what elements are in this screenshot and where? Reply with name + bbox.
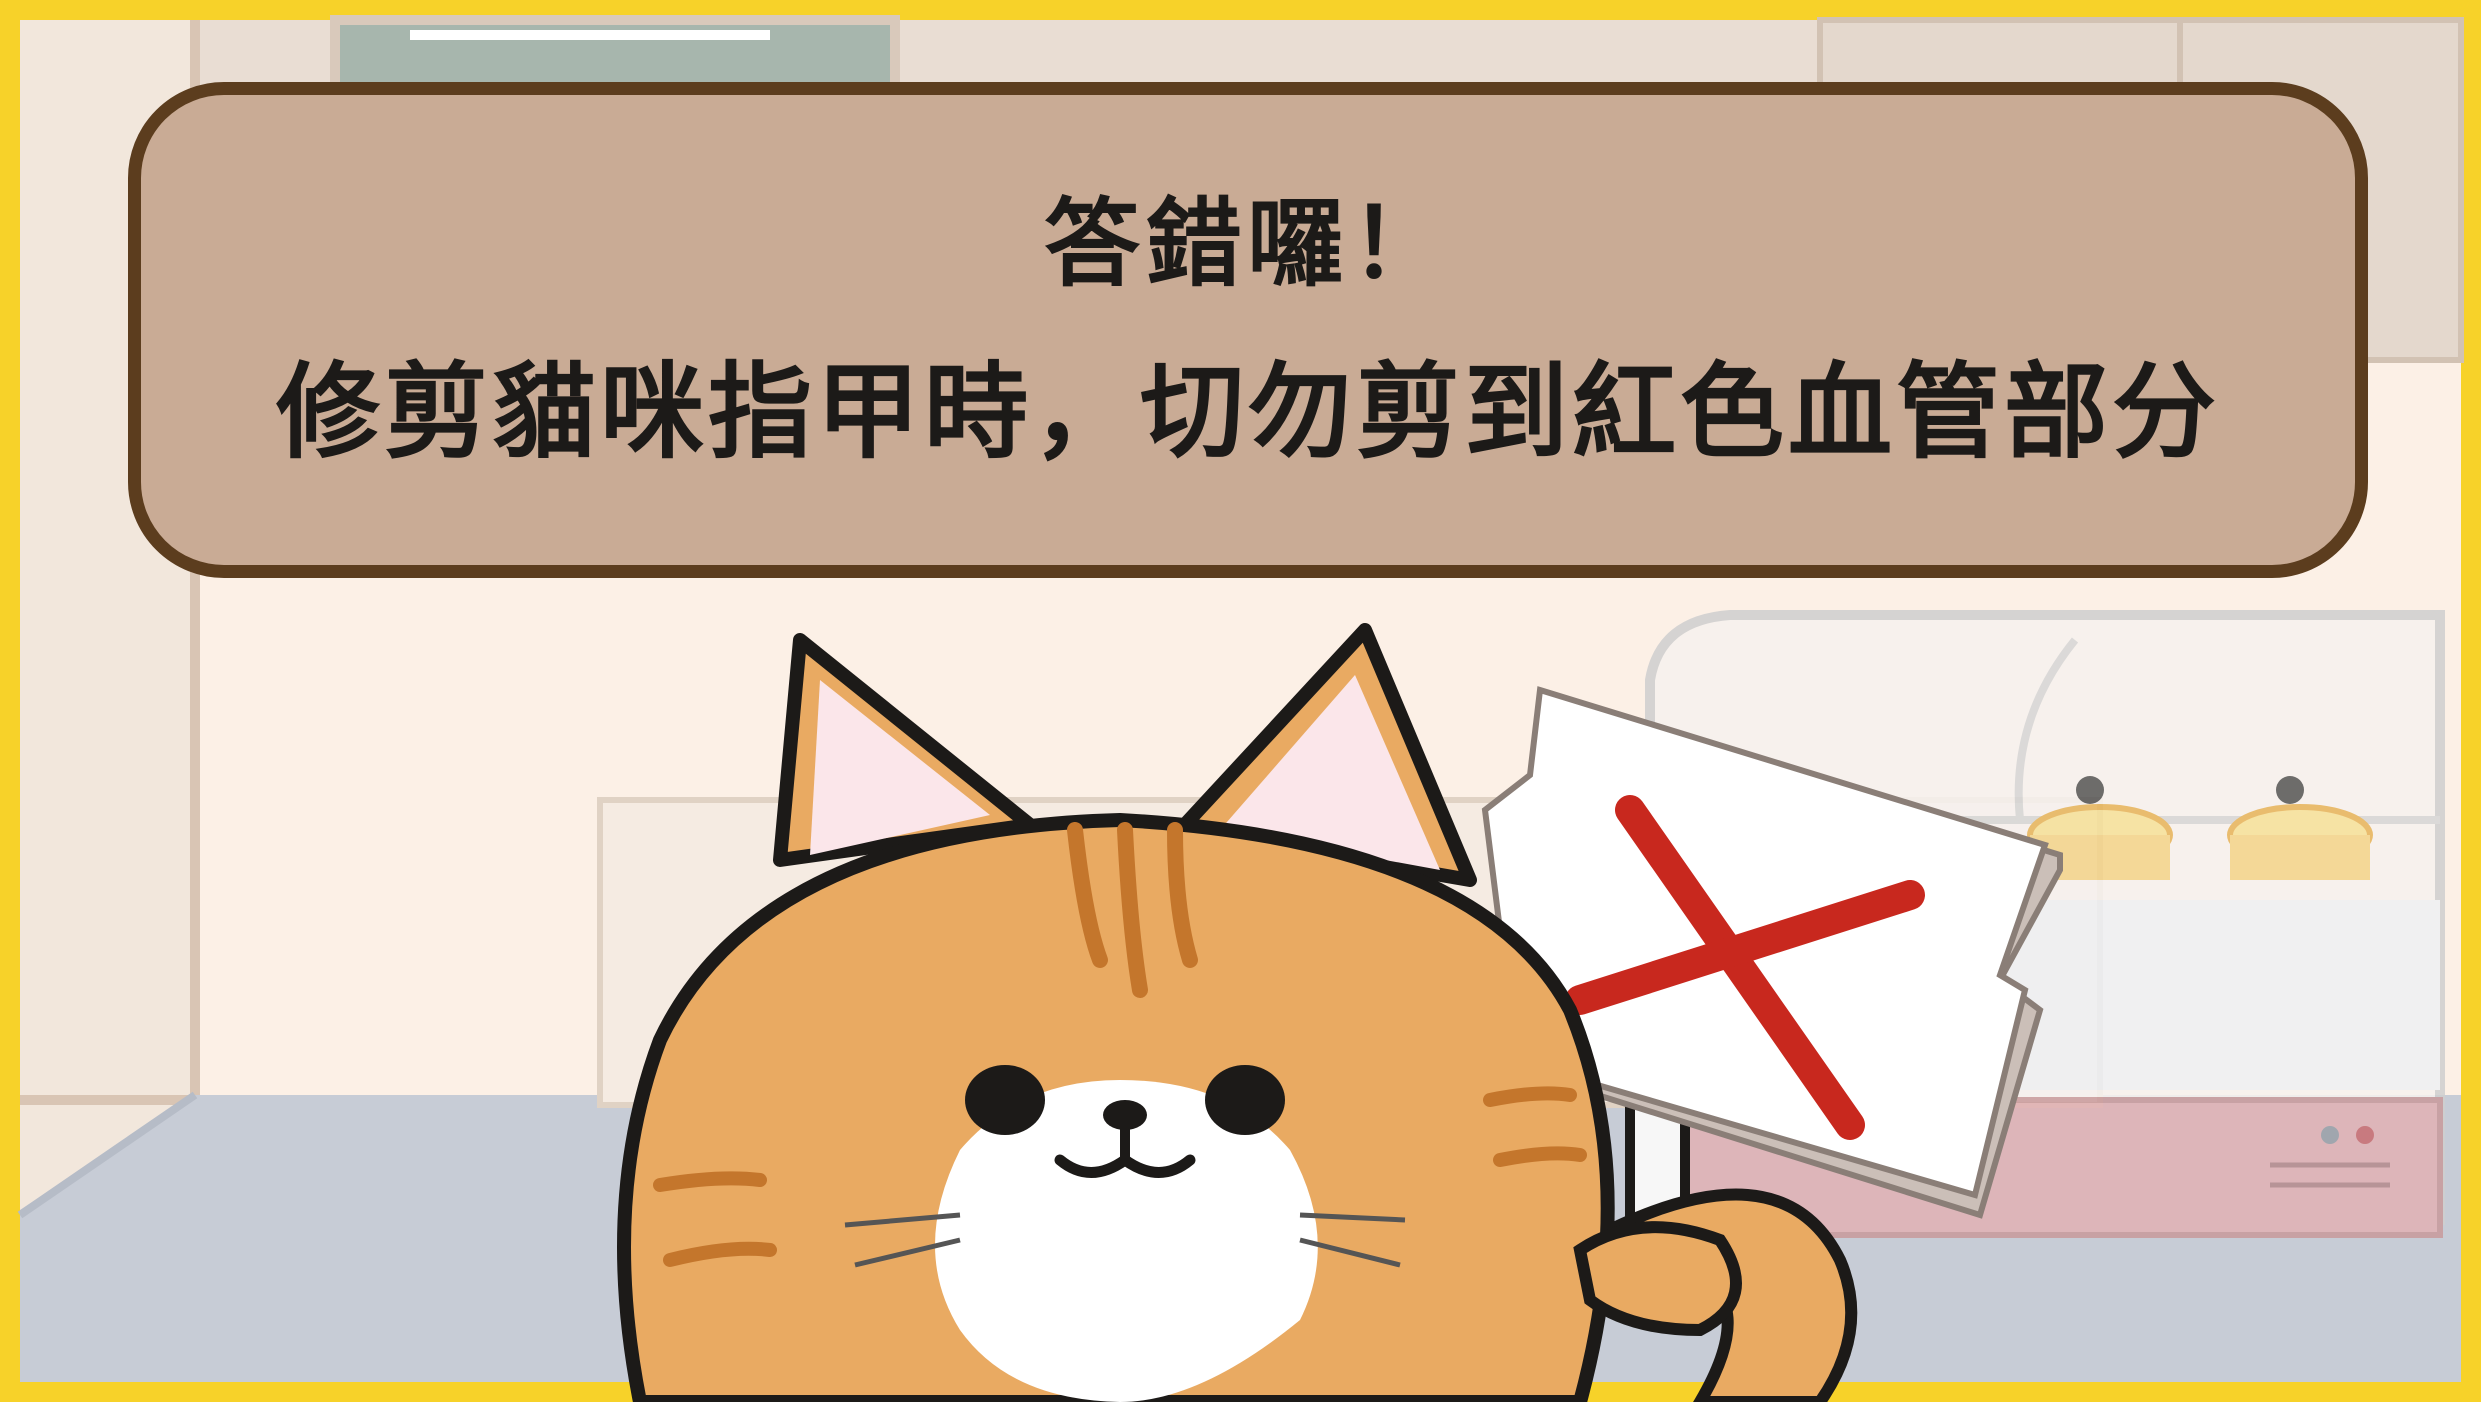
game-scene: 答錯囉！ 修剪貓咪指甲時，切勿剪到紅色血管部分 [0,0,2481,1402]
cat-right-eye [1205,1065,1285,1135]
result-message: 修剪貓咪指甲時，切勿剪到紅色血管部分 [275,351,2220,473]
result-title: 答錯囉！ [1044,188,1452,300]
cat-left-eye [965,1065,1045,1135]
result-dialog-bubble: 答錯囉！ 修剪貓咪指甲時，切勿剪到紅色血管部分 [128,82,2368,578]
